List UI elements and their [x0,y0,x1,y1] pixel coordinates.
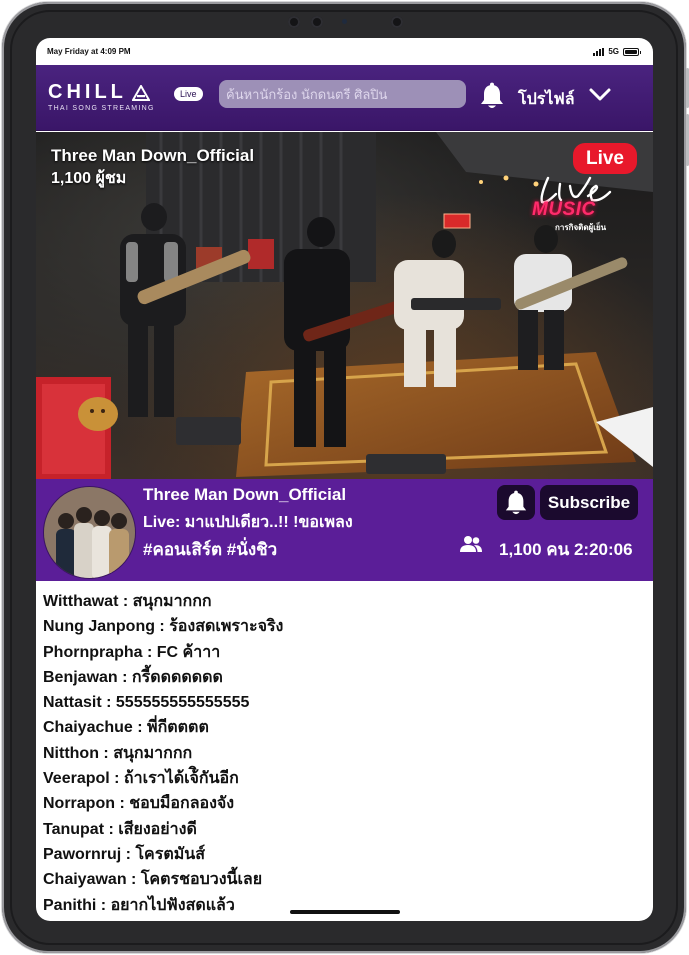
channel-avatar[interactable] [43,486,136,579]
sensor-icon [342,19,347,24]
video-viewer-count: 1,100 ผู้ชม [51,170,127,187]
chat-username[interactable]: Nattasit [43,694,102,711]
signal-icon [593,47,605,56]
network-label: 5G [608,47,619,56]
brand-logo[interactable]: CHILL THAI SONG STREAMING [48,81,155,112]
band-photo-image [44,487,135,578]
chat-text: ร้องสดเพราะจริง [169,618,284,636]
chat-username[interactable]: Norrapon [43,795,115,812]
stream-info-panel: Three Man Down_Official Live: มาแปปเดียว… [36,479,653,581]
chat-username[interactable]: Panithi [43,897,96,914]
profile-menu-label[interactable]: โปรไฟล์ [518,87,575,112]
video-channel-name: Three Man Down_Official [51,146,255,165]
chat-username[interactable]: Tanupat [43,821,104,838]
chevron-down-icon[interactable] [588,85,612,105]
chat-text: เสียงอย่างดี [118,820,197,838]
chat-text: พี่กีตตตต [147,719,209,737]
chat-message: Phornprapha : FC ค้าาา [43,640,643,665]
chat-text: กรี้ดดดดดดด [131,668,223,686]
live-pill[interactable]: Live [174,87,203,101]
app-header: CHILL THAI SONG STREAMING Live โปรไฟล์ [36,65,653,131]
chat-username[interactable]: Pawornruj [43,846,121,863]
triangle-logo-icon [131,84,150,101]
status-time: May Friday at 4:09 PM [47,47,131,56]
chat-separator: : [142,643,157,661]
chat-message: Tanupat : เสียงอย่างดี [43,817,643,842]
chat-message: Witthawat : สนุกมากกก [43,589,643,614]
chat-username[interactable]: Chaiyawan [43,871,127,888]
chat-separator: : [101,694,116,712]
notification-bell-icon[interactable] [479,82,505,110]
chat-text: FC ค้าาา [156,643,221,661]
stream-title: Live: มาแปปเดียว..!! !ขอเพลง [143,514,353,531]
people-icon [460,536,482,552]
chat-text: ชอบมือกลองจัง [129,795,235,813]
chat-message: Nung Janpong : ร้องสดเพราะจริง [43,614,643,639]
chat-message: Nitthon : สนุกมากกก [43,741,643,766]
front-camera-icon [391,16,403,28]
chat-separator: : [132,719,148,737]
chat-separator: : [104,820,119,838]
chat-separator: : [98,744,114,762]
chat-text: โคตรชอบวงนี้เลย [140,871,263,889]
chat-separator: : [118,593,133,610]
chat-message: Veerapol : ถ้าเราได้เจ้ิกันอีก [43,766,643,791]
subscribe-button[interactable]: Subscribe [540,485,638,520]
chat-separator: : [109,770,124,788]
chat-text: ถ้าเราได้เจ้ิกันอีก [123,770,239,788]
chat-username[interactable]: Nitthon [43,745,99,762]
chat-username[interactable]: Nung Janpong [43,618,155,635]
chat-username[interactable]: Witthawat [43,593,118,610]
viewer-count-and-duration: 1,100 คน 2:20:06 [499,540,633,559]
chat-username[interactable]: Chaiyachue [43,719,133,736]
search-input[interactable] [219,80,466,108]
chat-separator: : [154,618,170,636]
chat-separator: : [121,845,136,863]
stream-hashtags[interactable]: #คอนเสิร์ต #นั่งชิว [143,536,277,563]
chat-message: Chaiyawan : โคตรชอบวงนี้เลย [43,867,643,892]
chat-separator: : [96,896,111,914]
chat-text: โครตมันส์ [135,845,205,863]
battery-icon [623,47,641,56]
chat-message: Norrapon : ชอบมือกลองจัง [43,791,643,816]
chat-message: Benjawan : กรี้ดดดดดดด [43,665,643,690]
chat-text: อยากไปฟังสดแล้ว [110,896,235,914]
chat-message: Chaiyachue : พี่กีตตตต [43,715,643,740]
live-video-player[interactable]: Three Man Down_Official 1,100 ผู้ชม Live… [36,132,653,479]
chat-list: Witthawat : สนุกมากกก Nung Janpong : ร้อง… [43,589,643,918]
status-bar: May Friday at 4:09 PM 5G [36,38,653,65]
chat-message: Nattasit : 555555555555555 [43,690,643,715]
chat-text: 555555555555555 [115,694,250,712]
bell-icon [505,490,527,514]
stream-channel-name[interactable]: Three Man Down_Official [143,485,346,505]
chat-separator: : [126,871,141,889]
chat-separator: : [117,668,132,686]
chat-username[interactable]: Veerapol [43,770,110,787]
chat-message: Panithi : อยากไปฟังสดแล้ว [43,893,643,918]
chat-username[interactable]: Phornprapha [43,644,143,661]
brand-tagline: THAI SONG STREAMING [48,105,155,112]
live-music-logo-text: MUSIC [532,199,596,220]
chat-text: สนุกมากกก [132,593,212,610]
front-camera-icon [288,16,300,28]
brand-name: CHILL [48,81,127,103]
chat-username[interactable]: Benjawan [43,669,118,686]
notify-bell-button[interactable] [497,485,535,520]
live-music-logo-tagline: การกิจติดผู้เย็น [555,223,607,232]
front-camera-icon [311,16,323,28]
chat-message: Pawornruj : โครตมันส์ [43,842,643,867]
app-screen: May Friday at 4:09 PM 5G CHILL THAI SONG… [36,38,653,921]
chat-separator: : [115,795,130,813]
home-indicator[interactable] [290,910,400,914]
chat-text: สนุกมากกก [113,744,193,762]
